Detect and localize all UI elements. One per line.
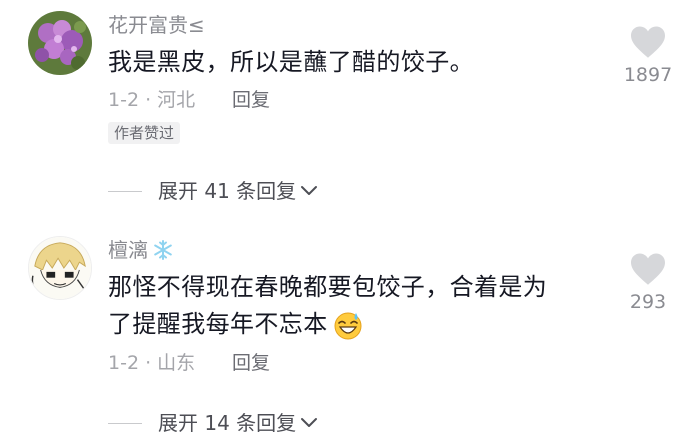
- comment-text-line-2-label: 了提醒我每年不忘本: [108, 310, 328, 338]
- avatar[interactable]: [28, 236, 92, 300]
- avatar-anime-character-image: [29, 237, 91, 299]
- comment-meta: 1-2 · 河北: [108, 89, 196, 111]
- comment-meta: 1-2 · 山东: [108, 352, 196, 374]
- comment-text: 我是黑皮，所以是蘸了醋的饺子。: [108, 48, 474, 76]
- heart-icon: [631, 26, 665, 58]
- comment-text-line-2: 了提醒我每年不忘本: [108, 306, 608, 343]
- avatar-flowers-image: [28, 11, 92, 75]
- author-liked-badge: 作者赞过: [108, 122, 181, 144]
- comment-text-line-1: 那怪不得现在春晚都要包饺子，合着是为: [108, 273, 548, 301]
- username-label: 檀漓: [108, 238, 148, 262]
- like-count: 1897: [623, 64, 673, 86]
- divider-line: [108, 190, 142, 192]
- chevron-down-icon: [301, 186, 318, 195]
- expand-replies-button[interactable]: 展开 41 条回复: [108, 178, 318, 204]
- comment-text: 那怪不得现在春晚都要包饺子，合着是为 了提醒我每年不忘本: [108, 269, 608, 343]
- username[interactable]: 檀漓: [108, 238, 174, 262]
- username[interactable]: 花开富贵≤: [108, 13, 205, 37]
- expand-replies-button[interactable]: 展开 14 条回复: [108, 410, 318, 436]
- snowflake-icon: [154, 240, 172, 260]
- like-button[interactable]: 293: [618, 252, 678, 314]
- heart-icon: [631, 253, 665, 285]
- like-button[interactable]: 1897: [618, 25, 678, 87]
- expand-replies-label: 展开 14 条回复: [158, 411, 297, 435]
- reply-button[interactable]: 回复: [232, 351, 270, 375]
- divider-line: [108, 422, 142, 424]
- reply-button[interactable]: 回复: [232, 88, 270, 112]
- laughing-sweat-emoji-icon: [334, 312, 362, 339]
- chevron-down-icon: [301, 418, 318, 427]
- avatar[interactable]: [28, 11, 92, 75]
- expand-replies-label: 展开 41 条回复: [158, 179, 297, 203]
- like-count: 293: [629, 291, 667, 313]
